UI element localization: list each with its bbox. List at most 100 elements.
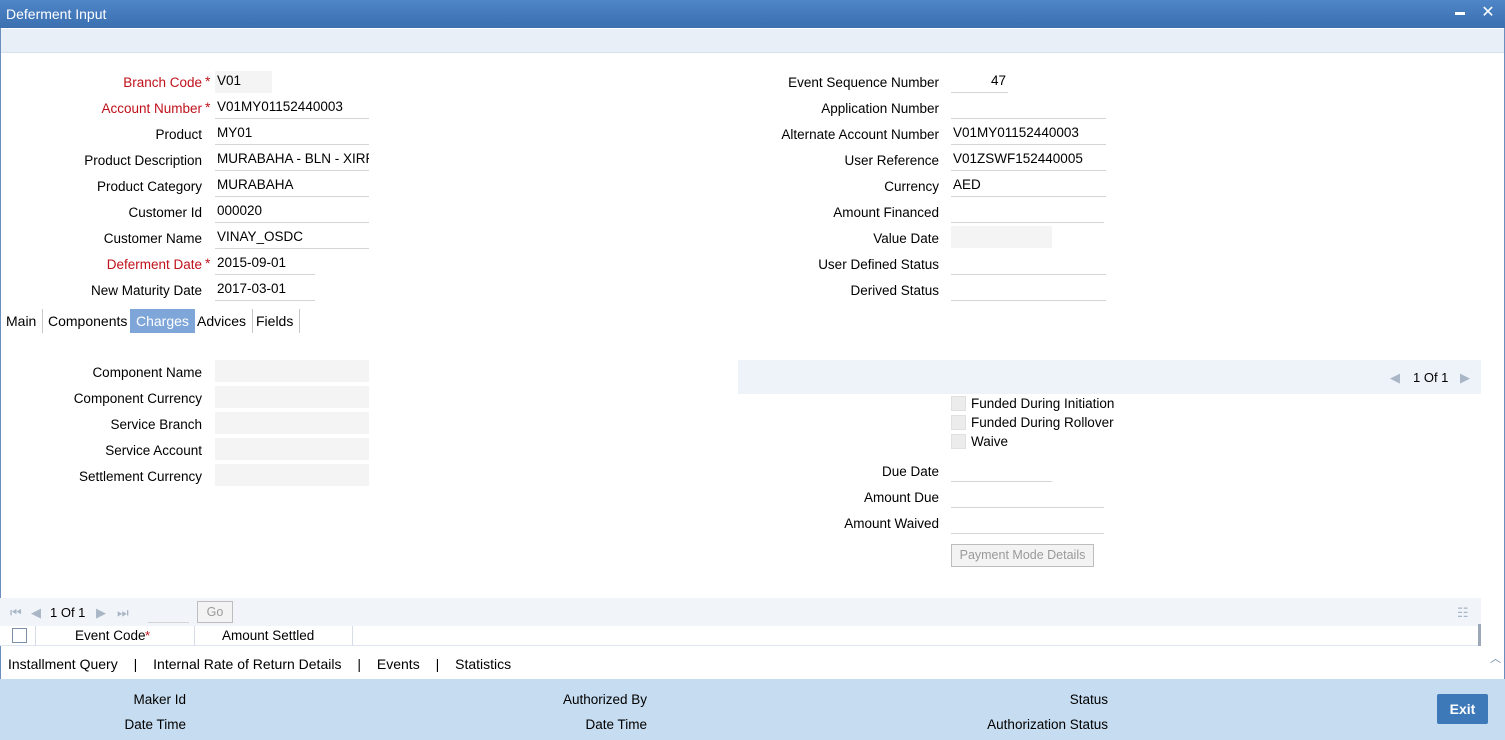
go-button[interactable]: Go <box>197 601 233 623</box>
user-reference-field[interactable]: V01ZSWF152440005 <box>951 149 1106 171</box>
link-statistics[interactable]: Statistics <box>455 656 511 672</box>
previous-record-icon[interactable]: ◀ <box>1390 370 1400 386</box>
product-label: Product <box>155 127 202 142</box>
tab-advices[interactable]: Advices <box>191 309 254 333</box>
column-header-event-code[interactable]: Event Code <box>75 628 146 643</box>
amount-waived-label: Amount Waived <box>844 516 939 531</box>
product-description-field[interactable]: MURABAHA - BLN - XIRR <box>215 149 369 171</box>
account-number-label: Account Number <box>101 101 202 116</box>
link-separator: | <box>435 656 440 672</box>
settlement-currency-field[interactable] <box>215 464 369 486</box>
maker-id-label: Maker Id <box>133 692 186 707</box>
column-divider <box>194 626 195 646</box>
toolbar-strip <box>1 29 1504 53</box>
due-date-field[interactable] <box>951 460 1052 482</box>
new-maturity-date-field[interactable]: 2017-03-01 <box>215 279 315 301</box>
authorization-status-label: Authorization Status <box>987 717 1108 732</box>
bottom-link-bar: Installment Query | Internal Rate of Ret… <box>8 656 511 672</box>
component-currency-label: Component Currency <box>73 391 202 406</box>
status-label: Status <box>1069 692 1108 707</box>
funded-during-initiation-checkbox[interactable] <box>951 396 966 411</box>
waive-label: Waive <box>971 434 1009 449</box>
user-defined-status-field[interactable] <box>951 253 1106 275</box>
amount-due-field[interactable] <box>951 486 1104 508</box>
select-all-checkbox[interactable] <box>12 628 27 643</box>
component-name-field[interactable] <box>215 360 369 382</box>
authorized-by-label: Authorized By <box>562 692 647 707</box>
alternate-account-number-label: Alternate Account Number <box>781 127 939 142</box>
product-category-field[interactable]: MURABAHA <box>215 175 369 197</box>
service-account-label: Service Account <box>105 443 202 458</box>
charges-pager-text: 1 Of 1 <box>1413 370 1449 385</box>
payment-mode-details-button[interactable]: Payment Mode Details <box>951 544 1094 567</box>
close-icon[interactable]: ✕ <box>1478 3 1498 23</box>
grid-header-row: Event Code * Amount Settled <box>0 626 1481 646</box>
account-number-field[interactable]: V01MY01152440003 <box>215 97 369 119</box>
product-field[interactable]: MY01 <box>215 123 369 145</box>
amount-due-label: Amount Due <box>863 490 939 505</box>
required-mark: * <box>205 73 211 89</box>
grid-pager-text: 1 Of 1 <box>50 605 86 620</box>
next-page-icon[interactable]: ▶ <box>96 605 106 621</box>
column-divider <box>35 626 36 646</box>
derived-status-field[interactable] <box>951 279 1106 301</box>
audit-footer: Maker Id Date Time Authorized By Date Ti… <box>0 679 1505 740</box>
waive-checkbox[interactable] <box>951 434 966 449</box>
collapse-up-icon[interactable]: ︿ <box>1490 650 1501 666</box>
customer-id-label: Customer Id <box>128 205 202 220</box>
branch-code-field[interactable]: V01 <box>215 71 272 93</box>
column-divider <box>352 626 353 646</box>
service-account-field[interactable] <box>215 438 369 460</box>
service-branch-field[interactable] <box>215 412 369 434</box>
settlement-currency-label: Settlement Currency <box>78 469 202 484</box>
next-record-icon[interactable]: ▶ <box>1460 370 1470 386</box>
service-branch-label: Service Branch <box>110 417 202 432</box>
tab-fields[interactable]: Fields <box>250 309 301 333</box>
link-installment-query[interactable]: Installment Query <box>8 656 118 672</box>
customer-id-field[interactable]: 000020 <box>215 201 369 223</box>
currency-label: Currency <box>884 179 939 194</box>
grid-pager-strip: ⏮ ◀ 1 Of 1 ▶ ⏭ Go ☷ <box>0 598 1481 626</box>
required-mark: * <box>145 628 151 643</box>
value-date-label: Value Date <box>873 231 939 246</box>
funded-during-rollover-checkbox[interactable] <box>951 415 966 430</box>
due-date-label: Due Date <box>881 464 939 479</box>
link-events[interactable]: Events <box>377 656 420 672</box>
window-title-bar: Deferment Input ▬ ✕ <box>0 0 1505 28</box>
page-number-input[interactable] <box>148 602 189 623</box>
required-mark: * <box>205 99 211 115</box>
amount-financed-field[interactable] <box>951 201 1104 223</box>
funded-during-initiation-label: Funded During Initiation <box>971 396 1115 411</box>
component-currency-field[interactable] <box>215 386 369 408</box>
required-mark: * <box>205 255 211 271</box>
user-reference-label: User Reference <box>844 153 939 168</box>
link-internal-rate-of-return-details[interactable]: Internal Rate of Return Details <box>153 656 341 672</box>
checker-date-time-label: Date Time <box>585 717 647 732</box>
amount-financed-label: Amount Financed <box>833 205 939 220</box>
column-header-amount-settled[interactable]: Amount Settled <box>222 628 314 643</box>
product-description-label: Product Description <box>84 153 202 168</box>
application-number-field[interactable] <box>951 97 1106 119</box>
exit-button[interactable]: Exit <box>1437 694 1488 724</box>
previous-page-icon[interactable]: ◀ <box>31 605 41 621</box>
value-date-field[interactable] <box>951 226 1052 248</box>
first-page-icon[interactable]: ⏮ <box>10 605 22 621</box>
amount-waived-field[interactable] <box>951 512 1104 534</box>
new-maturity-date-label: New Maturity Date <box>90 283 202 298</box>
tab-main[interactable]: Main <box>0 309 44 333</box>
tab-components[interactable]: Components <box>42 309 135 333</box>
customer-name-field[interactable]: VINAY_OSDC <box>215 227 369 249</box>
branch-code-label: Branch Code <box>123 75 202 90</box>
alternate-account-number-field[interactable]: V01MY01152440003 <box>951 123 1106 145</box>
deferment-date-field[interactable]: 2015-09-01 <box>215 253 315 275</box>
currency-field[interactable]: AED <box>951 175 1106 197</box>
event-sequence-number-field[interactable]: 47 <box>951 71 1008 93</box>
minimize-icon[interactable]: ▬ <box>1450 3 1470 23</box>
grid-options-icon[interactable]: ☷ <box>1457 605 1469 621</box>
link-separator: | <box>133 656 138 672</box>
last-page-icon[interactable]: ⏭ <box>117 605 129 621</box>
grid-scrollbar[interactable] <box>1478 624 1481 646</box>
tab-charges[interactable]: Charges <box>130 309 195 333</box>
application-number-label: Application Number <box>821 101 939 116</box>
window-title: Deferment Input <box>6 6 107 22</box>
